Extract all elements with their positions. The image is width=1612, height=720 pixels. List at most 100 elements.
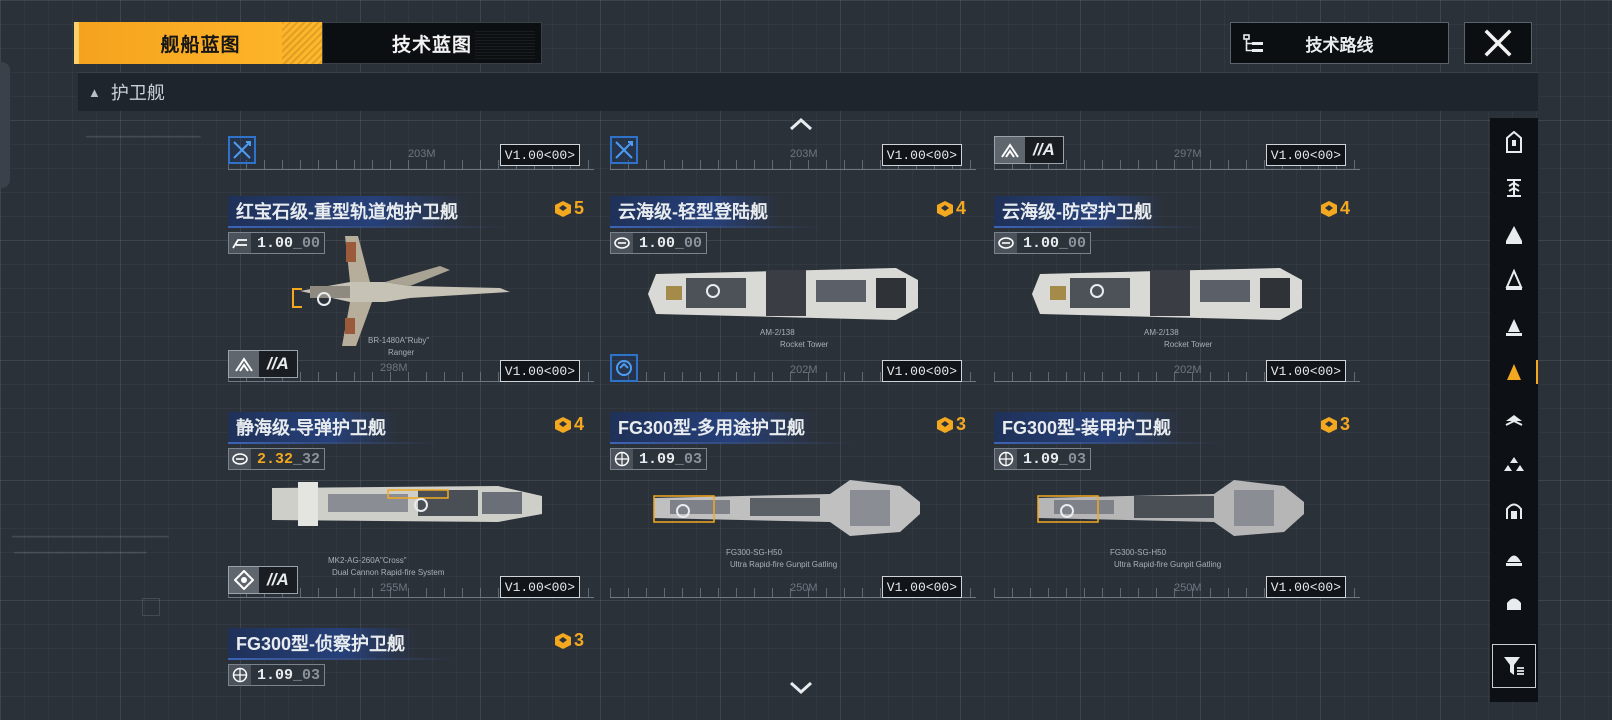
ship-length: 255M bbox=[380, 582, 408, 594]
hardpoint-marker bbox=[414, 498, 428, 512]
stat-icon bbox=[995, 233, 1017, 253]
ship-length: 202M bbox=[1174, 364, 1202, 376]
stat-icon bbox=[611, 449, 633, 469]
cost-icon bbox=[554, 200, 571, 217]
sidebar-class-icon[interactable] bbox=[1494, 490, 1534, 530]
category-label: 护卫舰 bbox=[110, 83, 165, 103]
cost-icon bbox=[1320, 200, 1337, 217]
category-header[interactable]: ▲ 护卫舰 bbox=[78, 72, 1538, 111]
side-drawer-handle[interactable] bbox=[0, 62, 10, 188]
weapon-label: FG300-SG-H50 bbox=[1110, 548, 1167, 557]
ship-length: 297M bbox=[1174, 148, 1202, 160]
top-bar: 舰船蓝图 技术蓝图 技术路线 bbox=[74, 22, 1538, 64]
cost-badge: 3 bbox=[554, 630, 584, 651]
stat-main: 1.00 bbox=[1023, 234, 1060, 252]
ship-length: 250M bbox=[790, 582, 818, 594]
tech-route-button[interactable]: 技术路线 bbox=[1230, 22, 1449, 64]
ghost-schematic-text: ━━━━━━━━━━━━━━━━━━━━━━━━━━ bbox=[12, 532, 169, 543]
ship-title-text: FG300型-侦察护卫舰 bbox=[236, 634, 406, 654]
sidebar-class-icon-frigate[interactable] bbox=[1494, 352, 1538, 392]
cost-icon bbox=[554, 416, 571, 433]
sidebar-class-icon[interactable] bbox=[1494, 214, 1534, 254]
cost-badge: 4 bbox=[554, 414, 584, 435]
cost-badge: 3 bbox=[936, 414, 966, 435]
ship-title: 静海级-导弹护卫舰 bbox=[228, 412, 438, 444]
route-label: 技术路线 bbox=[1305, 35, 1374, 55]
sidebar-class-icon[interactable] bbox=[1494, 444, 1534, 484]
cost-value: 3 bbox=[573, 630, 584, 650]
weapon-label: AM-2/138 bbox=[1144, 328, 1179, 337]
ship-fg300-armored-image bbox=[1037, 480, 1304, 536]
weapon-sub-label: Rocket Tower bbox=[780, 340, 829, 349]
ghost-schematic-text: ━━━━━━━━━━━━━━━━━━━━━━ bbox=[14, 548, 147, 559]
ship-jinghai-image bbox=[272, 482, 542, 526]
hardpoint-marker bbox=[1090, 284, 1104, 298]
version-label: V1.00<00> bbox=[499, 576, 580, 598]
version-label: V1.00<00> bbox=[1265, 360, 1346, 382]
cost-value: 3 bbox=[955, 414, 966, 434]
rank-value: //A bbox=[267, 570, 289, 589]
rank-badge: //A bbox=[994, 136, 1064, 164]
cost-value: 4 bbox=[573, 414, 584, 434]
version-label: V1.00<00> bbox=[499, 360, 580, 382]
stat-main: 1.09 bbox=[257, 666, 294, 684]
stat-badge: 2.32_32 bbox=[228, 448, 326, 470]
ship-length: 202M bbox=[790, 364, 818, 376]
cost-badge: 4 bbox=[1320, 198, 1350, 219]
hardpoint-bracket bbox=[292, 288, 302, 308]
ship-fg300-image bbox=[653, 480, 920, 536]
role-icon bbox=[610, 354, 638, 382]
sidebar-class-icon[interactable] bbox=[1494, 260, 1534, 300]
version-label: V1.00<00> bbox=[1265, 576, 1346, 598]
cost-icon bbox=[936, 200, 953, 217]
ship-title: 红宝石级-重型轨道炮护卫舰 bbox=[228, 196, 510, 228]
stat-badge: 1.09_03 bbox=[610, 448, 708, 470]
stat-badge: 1.00_00 bbox=[994, 232, 1092, 254]
ship-title-text: 云海级-防空护卫舰 bbox=[1002, 202, 1152, 222]
version-label: V1.00<00> bbox=[1265, 144, 1346, 166]
tab-tech-blueprints[interactable]: 技术蓝图 bbox=[322, 22, 542, 64]
ghost-schematic-text: ━━━━━━━━━━━━━━━━━━━ bbox=[86, 132, 201, 143]
version-label: V1.00<00> bbox=[881, 576, 962, 598]
close-button[interactable] bbox=[1464, 22, 1532, 64]
ship-title: 云海级-轻型登陆舰 bbox=[610, 196, 820, 228]
rank-icon bbox=[995, 137, 1025, 163]
chevron-down-icon[interactable] bbox=[788, 680, 814, 696]
route-icon bbox=[1243, 34, 1263, 52]
rank-badge: //A bbox=[228, 566, 298, 594]
version-label: V1.00<00> bbox=[881, 144, 962, 166]
ship-length: 250M bbox=[1174, 582, 1202, 594]
sidebar-class-icon[interactable] bbox=[1494, 582, 1534, 622]
stat-icon bbox=[229, 665, 251, 685]
ship-yunhai-aa-image bbox=[1032, 268, 1302, 320]
weapon-sub-label: Ultra Rapid-fire Gunpit Gatling bbox=[1114, 560, 1222, 569]
weapon-sub-label: Rocket Tower bbox=[1164, 340, 1213, 349]
stat-badge: 1.09_03 bbox=[994, 448, 1092, 470]
ship-length: 203M bbox=[408, 148, 436, 160]
sidebar-class-icon[interactable] bbox=[1494, 168, 1534, 208]
stat-main: 2.32 bbox=[257, 450, 294, 468]
ship-length: 298M bbox=[380, 362, 408, 374]
ship-title: FG300型-侦察护卫舰 bbox=[228, 628, 458, 660]
stat-dim: _03 bbox=[1059, 450, 1087, 468]
sidebar-class-icon[interactable] bbox=[1494, 536, 1534, 576]
hardpoint-marker bbox=[676, 504, 690, 518]
stat-dim: _00 bbox=[1059, 234, 1087, 252]
stat-main: 1.00 bbox=[257, 234, 294, 252]
ship-title: FG300型-多用途护卫舰 bbox=[610, 412, 858, 444]
sidebar-class-icon[interactable] bbox=[1494, 306, 1534, 346]
filter-icon bbox=[1504, 657, 1524, 675]
filter-button[interactable] bbox=[1492, 644, 1536, 688]
weapon-sub-label: Ultra Rapid-fire Gunpit Gatling bbox=[730, 560, 838, 569]
sidebar-class-icon[interactable] bbox=[1494, 122, 1534, 162]
hardpoint-marker bbox=[1060, 504, 1074, 518]
role-icon bbox=[610, 136, 638, 164]
weapon-sub-label: Ranger bbox=[388, 348, 415, 357]
stat-badge: 1.09_03 bbox=[228, 664, 326, 686]
tab-ship-blueprints[interactable]: 舰船蓝图 bbox=[74, 22, 322, 64]
cost-value: 4 bbox=[955, 198, 966, 218]
collapse-triangle-icon: ▲ bbox=[88, 84, 101, 100]
sidebar-class-icon[interactable] bbox=[1494, 398, 1534, 438]
cost-icon bbox=[1320, 416, 1337, 433]
role-icon bbox=[228, 136, 256, 164]
